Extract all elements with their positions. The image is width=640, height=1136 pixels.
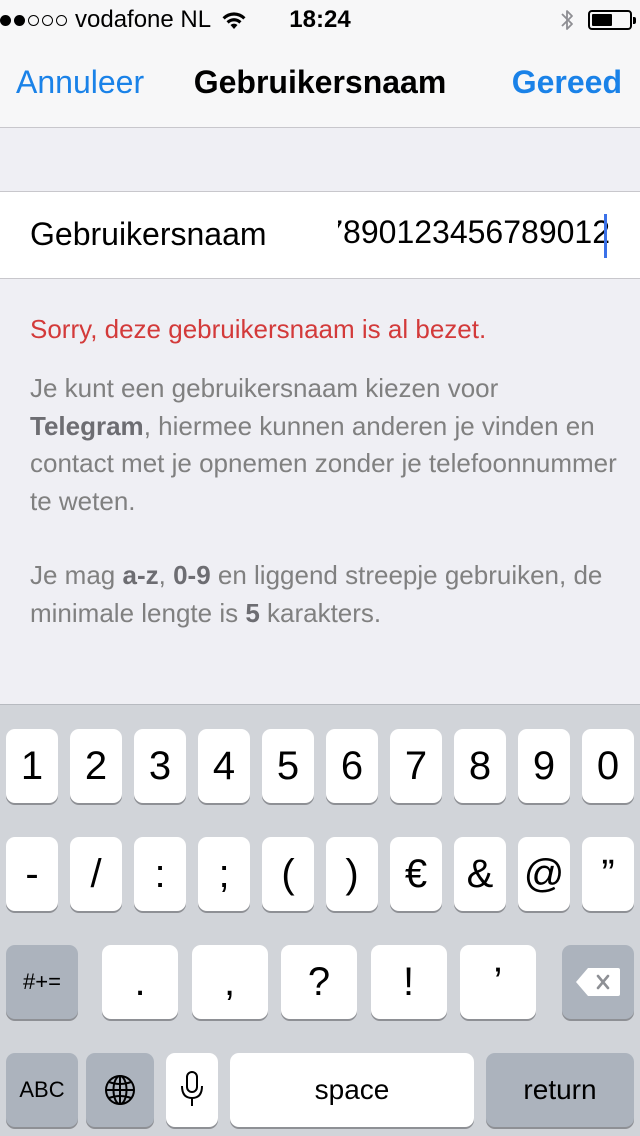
username-input[interactable]: 9012345678901234567890123456789012 bbox=[338, 210, 610, 258]
key-row1-5[interactable]: 6 bbox=[326, 729, 378, 803]
rules-text: Je mag a-z, 0-9 en liggend streepje gebr… bbox=[30, 560, 603, 628]
error-message: Sorry, deze gebruikersnaam is al bezet. bbox=[30, 314, 487, 344]
symbols-key[interactable]: #+= bbox=[6, 945, 78, 1019]
return-key[interactable]: return bbox=[486, 1053, 634, 1127]
key-row2-3[interactable]: ; bbox=[198, 837, 250, 911]
done-button[interactable]: Gereed bbox=[512, 64, 622, 101]
abc-key[interactable]: ABC bbox=[6, 1053, 78, 1127]
text-cursor bbox=[604, 214, 607, 258]
description-text: Je kunt een gebruikersnaam kiezen voor T… bbox=[30, 373, 617, 516]
backspace-icon bbox=[576, 968, 620, 996]
key-row2-7[interactable]: & bbox=[454, 837, 506, 911]
delete-key[interactable] bbox=[562, 945, 634, 1019]
key-row2-8[interactable]: @ bbox=[518, 837, 570, 911]
key-row3-2[interactable]: ? bbox=[281, 945, 357, 1019]
globe-icon bbox=[105, 1075, 135, 1105]
battery-level bbox=[592, 14, 612, 26]
status-bar: vodafone NL 18:24 bbox=[0, 0, 640, 40]
key-row2-4[interactable]: ( bbox=[262, 837, 314, 911]
key-row1-4[interactable]: 5 bbox=[262, 729, 314, 803]
key-row1-6[interactable]: 7 bbox=[390, 729, 442, 803]
key-row3-0[interactable]: . bbox=[102, 945, 178, 1019]
space-key[interactable]: space bbox=[230, 1053, 474, 1127]
key-row1-3[interactable]: 4 bbox=[198, 729, 250, 803]
key-row1-2[interactable]: 3 bbox=[134, 729, 186, 803]
key-row1-7[interactable]: 8 bbox=[454, 729, 506, 803]
key-row2-0[interactable]: - bbox=[6, 837, 58, 911]
microphone-icon bbox=[181, 1071, 203, 1106]
username-cell: Gebruikersnaam 9012345678901234567890123… bbox=[0, 191, 640, 279]
dictation-key[interactable] bbox=[166, 1053, 218, 1127]
key-row3-3[interactable]: ! bbox=[370, 945, 447, 1019]
status-right bbox=[560, 6, 636, 34]
username-input-value: 9012345678901234567890123456789012 bbox=[338, 214, 610, 250]
username-label: Gebruikersnaam bbox=[30, 216, 267, 252]
keyboard: #+= ABC space return 1 2 3 4 5 6 7 8 9 0 - /:;() € bbox=[0, 704, 640, 1136]
key-row1-1[interactable]: 2 bbox=[70, 729, 122, 803]
key-row2-9[interactable]: ” bbox=[582, 837, 634, 911]
navigation-bar: Annuleer Gebruikersnaam Gereed bbox=[0, 40, 640, 128]
key-row2-1[interactable]: / bbox=[70, 837, 122, 911]
key-row1-0[interactable]: 1 bbox=[6, 729, 58, 803]
key-row2-5[interactable]: ) bbox=[326, 837, 378, 911]
key-row1-8[interactable]: 9 bbox=[518, 729, 570, 803]
key-row1-9[interactable]: 0 bbox=[582, 729, 634, 803]
bluetooth-icon bbox=[561, 10, 573, 30]
globe-key[interactable] bbox=[86, 1053, 154, 1127]
key-row2-6[interactable]: € bbox=[390, 837, 442, 911]
key-row3-4[interactable]: ’ bbox=[460, 945, 536, 1019]
battery-icon bbox=[588, 10, 636, 30]
key-row2-2[interactable]: : bbox=[134, 837, 186, 911]
status-time: 18:24 bbox=[289, 6, 351, 33]
key-row3-1[interactable]: , bbox=[191, 945, 268, 1019]
